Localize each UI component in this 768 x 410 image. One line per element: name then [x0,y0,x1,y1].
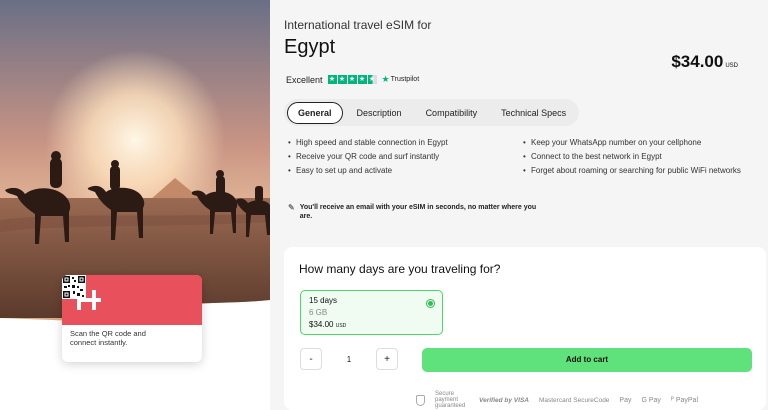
qr-code-icon [62,275,86,299]
google-pay-logo: G Pay [641,396,661,404]
trustpilot-rating[interactable]: Excellent ★ ★ ★ ★ ★ ★ Trustpilot [286,74,419,85]
shield-icon [416,394,425,406]
rating-stars: ★ ★ ★ ★ ★ [327,75,377,84]
feature-item: Forget about roaming or searching for pu… [523,166,758,176]
plan-radio-selected[interactable] [426,299,435,308]
product-tabs: General Description Compatibility Techni… [284,99,580,126]
feature-item: Receive your QR code and surf instantly [288,152,523,162]
paypal-logo: ᴾ PayPal [671,397,698,404]
star-icon: ★ [357,75,367,84]
trustpilot-label: Trustpilot [390,76,420,83]
decrease-quantity-button[interactable]: - [300,348,322,370]
product-panel: International travel eSIM for Egypt $34.… [270,0,768,410]
tab-description[interactable]: Description [347,103,412,123]
paypal-icon: ᴾ [670,396,674,404]
add-to-cart-button[interactable]: Add to cart [422,348,752,372]
feature-item: High speed and stable connection in Egyp… [288,138,523,148]
feature-list: High speed and stable connection in Egyp… [288,138,758,180]
feature-column-left: High speed and stable connection in Egyp… [288,138,523,180]
product-subtitle: International travel eSIM for [284,18,432,32]
payment-methods: Secure payment guaranteed Verified by VI… [416,391,698,409]
plan-days: 15 days [309,296,338,305]
secure-payment-label: Secure payment guaranteed [435,391,466,409]
star-icon: ★ [337,75,347,84]
apple-pay-logo: Pay [619,397,631,404]
email-note: ✎ You'll receive an email with your eSIM… [288,203,538,221]
plan-data: 6 GB [309,308,328,317]
quantity-value[interactable]: 1 [322,355,376,364]
tab-technical-specs[interactable]: Technical Specs [491,103,576,123]
apple-pay-label: Pay [619,396,632,404]
quantity-stepper: - 1 + [300,348,398,370]
trustpilot-logo: ★ Trustpilot [382,74,420,85]
plan-option-15-days[interactable]: 15 days 6 GB $34.00 USD [300,290,443,335]
plan-price-currency: USD [335,323,347,329]
price-amount: $34.00 [671,52,724,71]
trustpilot-star-icon: ★ [381,74,390,84]
product-price: $34.00 USD [671,52,738,72]
esim-card: Scan the QR code and connect instantly. [62,275,202,362]
plan-price-amount: $34.00 [309,320,334,329]
hero-image: Scan the QR code and connect instantly. [0,0,270,410]
booking-box: How many days are you traveling for? 15 … [284,247,766,410]
qr-row: Scan the QR code and connect instantly. [62,275,202,351]
plan-price: $34.00 USD [309,320,434,329]
mastercard-securecode-logo: Mastercard SecureCode [538,396,610,404]
half-star-icon: ★ [367,75,377,84]
rating-label: Excellent [286,74,323,85]
pin-icon: ✎ [288,203,295,212]
page-root: Scan the QR code and connect instantly. … [0,0,768,410]
paypal-label: PayPal [675,396,699,404]
feature-column-right: Keep your WhatsApp number on your cellph… [523,138,758,180]
page-title: Egypt [284,36,336,58]
tab-compatibility[interactable]: Compatibility [416,103,488,123]
star-icon: ★ [347,75,357,84]
scan-qr-text: Scan the QR code and connect instantly. [70,329,146,347]
increase-quantity-button[interactable]: + [376,348,398,370]
days-question: How many days are you traveling for? [299,262,501,276]
feature-item: Easy to set up and activate [288,166,523,176]
email-note-text: You'll receive an email with your eSIM i… [299,204,537,220]
star-icon: ★ [327,75,337,84]
verified-by-visa-logo: Verified by VISA [479,396,529,404]
price-currency: USD [725,63,738,69]
feature-item: Keep your WhatsApp number on your cellph… [523,138,758,148]
tab-general[interactable]: General [287,101,343,124]
feature-item: Connect to the best network in Egypt [523,152,758,162]
